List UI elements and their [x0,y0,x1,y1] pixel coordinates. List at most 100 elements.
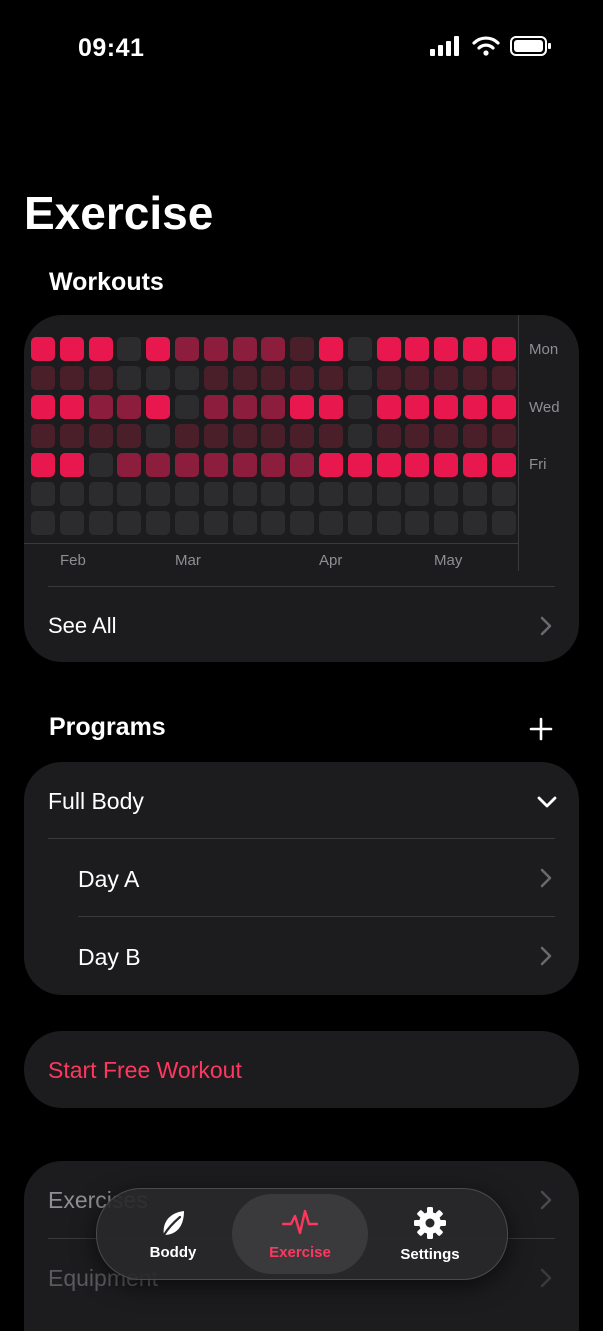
workouts-card: Mon Wed Fri Feb Mar Apr May See All [24,315,579,662]
heatmap-cell [434,366,459,390]
heatmap-cell [347,395,372,419]
heatmap-cell [88,453,113,477]
heatmap-cell [405,395,430,419]
heatmap-cell [232,482,257,506]
heatmap-cell [319,453,343,477]
gear-icon [414,1206,446,1239]
heatmap-cell [203,366,228,390]
tab-boddy[interactable]: Boddy [105,1189,241,1279]
heatmap-cell [59,453,84,477]
heatmap-cell [59,482,84,506]
heatmap-cell [175,424,199,448]
month-label-feb: Feb [60,552,86,569]
heatmap-cell [405,424,430,448]
program-item-label: Day B [78,944,141,970]
heatmap-cell [319,482,343,506]
heatmap-cell [491,453,516,477]
heatmap-cell [175,395,199,419]
heartbeat-icon [282,1209,318,1234]
heatmap-cell [146,453,171,477]
heatmap-cell [261,482,286,506]
tab-label: Settings [400,1245,460,1263]
heatmap-cell [463,424,487,448]
workout-heatmap[interactable] [24,315,524,545]
heatmap-cell [232,453,257,477]
wifi-icon [472,36,500,56]
heatmap-cell [261,395,286,419]
heatmap-cell [290,482,315,506]
heatmap-cell [146,511,171,535]
program-group-label: Full Body [48,788,144,814]
heatmap-cell [463,511,487,535]
heatmap-cell [203,511,228,535]
programs-section-title: Programs [49,713,166,741]
heatmap-cell [405,511,430,535]
program-group-full-body[interactable]: Full Body [24,762,579,838]
heatmap-cell [117,337,142,361]
heatmap-cell [175,453,199,477]
program-item-label: Day A [78,866,140,892]
heatmap-cell [376,424,401,448]
heatmap-cell [31,511,55,535]
heatmap-cell [175,337,199,361]
heatmap-cell [376,482,401,506]
leaf-icon [162,1210,184,1236]
day-label-wed: Wed [529,399,560,416]
heatmap-cell [491,395,516,419]
tab-exercise[interactable]: Exercise [232,1194,368,1274]
tab-label: Exercise [269,1243,331,1261]
heatmap-cell [319,366,343,390]
heatmap-cell [491,337,516,361]
heatmap-cell [405,453,430,477]
heatmap-cell [376,395,401,419]
heatmap-cell [290,366,315,390]
heatmap-cell [434,395,459,419]
heatmap-cell [203,395,228,419]
tab-settings[interactable]: Settings [362,1189,498,1279]
start-free-workout-label: Start Free Workout [48,1057,242,1083]
chevron-down-icon [537,796,557,808]
heatmap-cell [117,366,142,390]
heatmap-cell [117,482,142,506]
program-item-day-a[interactable]: Day A [24,839,579,916]
chevron-right-icon [540,1190,552,1210]
heatmap-cell [491,511,516,535]
heatmap-cell [146,337,171,361]
heatmap-cell [232,337,257,361]
heatmap-cell [59,424,84,448]
heatmap-cell [88,482,113,506]
month-label-apr: Apr [319,552,343,569]
program-item-day-b[interactable]: Day B [24,917,579,995]
heatmap-cell [463,395,487,419]
heatmap-cell [146,366,171,390]
heatmap-cell [463,366,487,390]
heatmap-cell [434,511,459,535]
status-icons [430,36,552,56]
heatmap-cell [376,366,401,390]
heatmap-cell [405,482,430,506]
start-free-workout-button[interactable]: Start Free Workout [24,1031,579,1108]
heatmap-cell [434,482,459,506]
heatmap-cell [319,424,343,448]
heatmap-cell [347,453,372,477]
heatmap-cell [117,395,142,419]
heatmap-cell [376,453,401,477]
heatmap-cell [290,395,315,419]
heatmap-cell [261,511,286,535]
tab-label: Boddy [149,1243,197,1261]
heatmap-cell [405,337,430,361]
heatmap-cell [59,511,84,535]
heatmap-cell [203,482,228,506]
tab-bar: Boddy Exercise Settings [96,1188,508,1280]
chevron-right-icon [540,946,552,966]
add-program-button[interactable] [529,717,553,741]
cellular-signal-icon [430,36,459,56]
heatmap-cell [88,424,113,448]
chevron-right-icon [540,1268,552,1288]
programs-card: Full Body Day A Day B [24,762,579,995]
heatmap-cell [434,337,459,361]
heatmap-cell [491,424,516,448]
heatmap-cell [463,453,487,477]
see-all-row[interactable]: See All [24,587,579,662]
day-label-mon: Mon [529,341,559,358]
